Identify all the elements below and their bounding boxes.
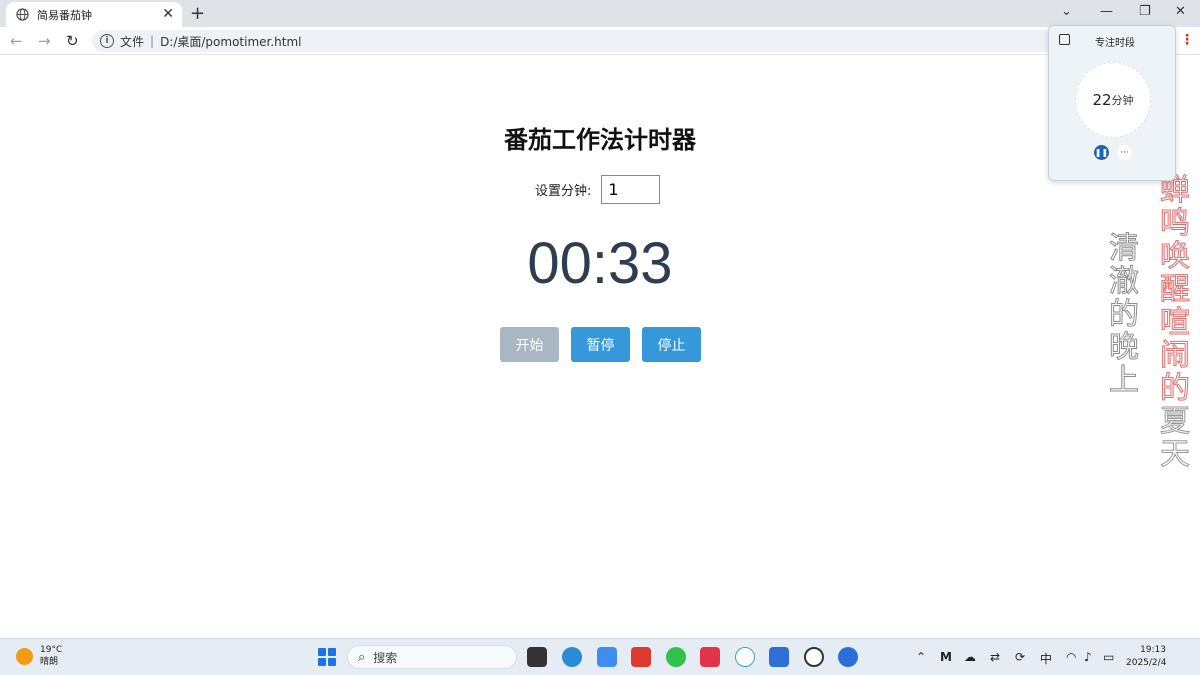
edge-icon[interactable] (562, 647, 582, 667)
start-button[interactable]: 开始 (500, 327, 559, 362)
onedrive-icon[interactable] (597, 647, 617, 667)
browser-tab[interactable]: 简易番茄钟 ✕ (6, 2, 182, 27)
forward-icon[interactable]: → (38, 32, 51, 50)
focus-minutes: 22 (1092, 91, 1112, 109)
sync-icon[interactable]: ⟳ (1015, 650, 1025, 664)
app-k-icon[interactable] (735, 647, 755, 667)
clock-date: 2025/2/4 (1126, 658, 1167, 668)
wallpaper-char: 澈 (1109, 264, 1140, 299)
focus-timer-ring: 22 分钟 (1075, 62, 1151, 138)
window-close-icon[interactable]: ✕ (1175, 4, 1186, 19)
tab-title: 简易番茄钟 (37, 8, 92, 22)
chevron-up-icon[interactable]: ⌃ (916, 650, 926, 664)
minutes-input[interactable] (601, 175, 661, 204)
browser-taskbar-icon[interactable] (838, 647, 858, 667)
tab-search-icon[interactable]: ⌄ (1061, 4, 1072, 19)
timer-display: 00:33 (527, 231, 673, 296)
wallpaper-text-red: 蝉 鸣 唤 醒 喧 闹 的 夏 天 (1155, 174, 1195, 472)
taskbar: 19°C 晴朗 ⌕ 搜索 ⌃ M ☁ ⇄ ⟳ 中 ◠ ♪ ▭ 19:13 202… (0, 638, 1200, 675)
wallpaper-char: 晚 (1109, 330, 1140, 365)
wallpaper-char: 闹 (1160, 338, 1191, 373)
weather-widget[interactable]: 19°C 晴朗 (16, 644, 62, 668)
wechat-icon[interactable] (666, 647, 686, 667)
wallpaper-char: 唤 (1160, 239, 1191, 274)
weather-temp: 19°C (40, 645, 63, 655)
start-menu-icon[interactable] (318, 648, 336, 666)
wallpaper-char: 的 (1160, 371, 1191, 406)
wifi-icon[interactable]: ◠ (1066, 650, 1076, 664)
page-content: 番茄工作法计时器 设置分钟: 00:33 开始 暂停 停止 (0, 56, 1200, 638)
netease-music-icon[interactable] (700, 647, 720, 667)
stop-button[interactable]: 停止 (642, 327, 701, 362)
focus-session-widget[interactable]: 专注时段 22 分钟 ❚❚ ··· (1048, 25, 1176, 181)
address-bar[interactable]: i 文件 | D:/桌面/pomotimer.html (92, 30, 1092, 52)
globe-icon (16, 8, 29, 21)
wallpaper-char: 清 (1109, 231, 1140, 266)
sun-icon (16, 647, 33, 665)
mail-icon[interactable] (769, 647, 789, 667)
wallpaper-char: 醒 (1160, 272, 1191, 307)
url-separator: | (150, 34, 155, 48)
minutes-label: 设置分钟: (535, 184, 592, 199)
search-placeholder: 搜索 (373, 650, 398, 665)
url-scheme-label: 文件 (120, 34, 145, 49)
wps-icon[interactable] (631, 647, 651, 667)
wallpaper-char: 上 (1109, 363, 1140, 398)
system-clock[interactable]: 19:13 2025/2/4 (1126, 644, 1166, 670)
browser-menu-icon[interactable]: ⋮ (1180, 32, 1194, 48)
ime-indicator[interactable]: 中 (1040, 650, 1052, 667)
browser-toolbar: ← → ↻ i 文件 | D:/桌面/pomotimer.html (0, 27, 1200, 55)
browser-tab-strip: 简易番茄钟 ✕ + ⌄ — ❐ ✕ (0, 0, 1200, 27)
battery-icon[interactable]: ▭ (1103, 650, 1114, 664)
wallpaper-text-grey: 清 澈 的 晚 上 (1104, 231, 1144, 398)
minimize-icon[interactable]: — (1100, 4, 1113, 19)
back-icon[interactable]: ← (10, 32, 23, 50)
taskbar-search[interactable]: ⌕ 搜索 (347, 645, 517, 669)
wallpaper-char: 天 (1160, 437, 1191, 472)
pause-icon[interactable]: ❚❚ (1094, 145, 1109, 160)
cloud-icon[interactable]: ☁ (964, 650, 976, 664)
search-icon: ⌕ (358, 649, 366, 665)
new-tab-button[interactable]: + (190, 3, 205, 24)
clock-time: 19:13 (1140, 645, 1166, 655)
info-icon[interactable]: i (100, 34, 114, 48)
settings-tray-icon[interactable]: ⇄ (990, 650, 1000, 664)
wallpaper-char: 夏 (1160, 404, 1191, 439)
focus-unit: 分钟 (1111, 94, 1134, 107)
wallpaper-char: 的 (1109, 297, 1140, 332)
pause-button[interactable]: 暂停 (571, 327, 630, 362)
volume-icon[interactable]: ♪ (1084, 650, 1092, 664)
url-text[interactable]: D:/桌面/pomotimer.html (160, 33, 301, 50)
minutes-setting: 设置分钟: (535, 175, 661, 204)
expand-icon[interactable] (1059, 34, 1070, 45)
focus-widget-title: 专注时段 (1095, 38, 1135, 49)
page-title: 番茄工作法计时器 (504, 126, 696, 154)
task-view-icon[interactable] (527, 647, 547, 667)
wallpaper-char: 鸣 (1160, 206, 1191, 241)
tray-app-icon[interactable]: M (940, 650, 952, 664)
weather-condition: 晴朗 (40, 657, 59, 667)
more-icon[interactable]: ··· (1117, 145, 1132, 160)
wallpaper-char: 喧 (1160, 305, 1191, 340)
clock-app-icon[interactable] (804, 647, 824, 667)
restore-icon[interactable]: ❐ (1139, 4, 1151, 19)
reload-icon[interactable]: ↻ (66, 32, 79, 50)
tab-close-icon[interactable]: ✕ (162, 7, 174, 21)
